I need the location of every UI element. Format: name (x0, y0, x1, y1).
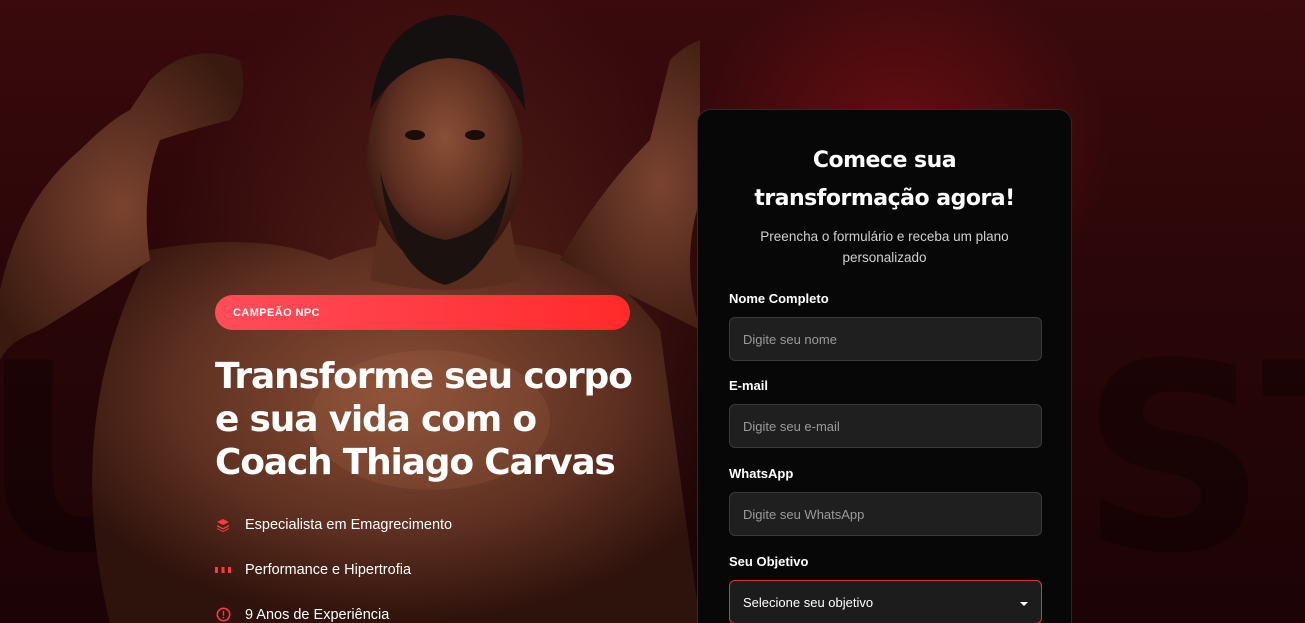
feature-label: Especialista em Emagrecimento (245, 516, 453, 533)
email-input[interactable]: Digite seu e-mail (729, 404, 1042, 448)
feature-item: 9 Anos de Experiência (215, 592, 635, 623)
email-label: E-mail (729, 378, 769, 393)
signup-form-card: Comece sua transformação agora! Preencha… (697, 109, 1072, 623)
chevron-down-icon (1019, 595, 1029, 610)
layers-icon (215, 517, 231, 533)
feature-list: Especialista em Emagrecimento Performanc… (215, 502, 635, 623)
name-field-group: Nome Completo Digite seu nome (729, 291, 1042, 361)
form-title-line-2: transformação agora! (754, 186, 1015, 211)
form-subtitle: Preencha o formulário e receba um plano … (729, 226, 1040, 268)
form-subtitle-line-2: personalizado (842, 250, 927, 265)
goal-select[interactable]: Selecione seu objetivo (729, 580, 1042, 623)
feature-label: 9 Anos de Experiência (245, 606, 390, 623)
email-field-group: E-mail Digite seu e-mail (729, 378, 1042, 448)
form-subtitle-line-1: Preencha o formulário e receba um plano (760, 229, 1009, 244)
goal-select-value: Selecione seu objetivo (743, 594, 874, 610)
headline-line-3: Coach Thiago Carvas (215, 442, 616, 483)
headline-line-2: e sua vida com o (215, 399, 537, 440)
feature-item: Especialista em Emagrecimento (215, 502, 635, 547)
feature-item: Performance e Hipertrofia (215, 547, 635, 592)
whatsapp-label: WhatsApp (729, 466, 794, 481)
name-label: Nome Completo (729, 291, 829, 306)
whatsapp-field-group: WhatsApp Digite seu WhatsApp (729, 466, 1042, 536)
hero-content: CAMPEÃO NPC Transforme seu corpo e sua v… (215, 295, 635, 623)
hero-headline: Transforme seu corpo e sua vida com o Co… (215, 355, 645, 484)
feature-label: Performance e Hipertrofia (245, 561, 412, 578)
background-lettering-right: ST (1080, 309, 1305, 611)
champion-badge: CAMPEÃO NPC (215, 295, 630, 330)
headline-line-1: Transforme seu corpo (215, 356, 633, 397)
name-input[interactable]: Digite seu nome (729, 317, 1042, 361)
form-title-line-1: Comece sua (812, 148, 957, 173)
goal-label: Seu Objetivo (729, 554, 809, 569)
whatsapp-input[interactable]: Digite seu WhatsApp (729, 492, 1042, 536)
alert-circle-icon (215, 607, 231, 623)
dumbbell-icon (215, 562, 231, 578)
form-title: Comece sua transformação agora! (729, 142, 1040, 218)
goal-field-group: Seu Objetivo Selecione seu objetivo (729, 554, 1042, 623)
